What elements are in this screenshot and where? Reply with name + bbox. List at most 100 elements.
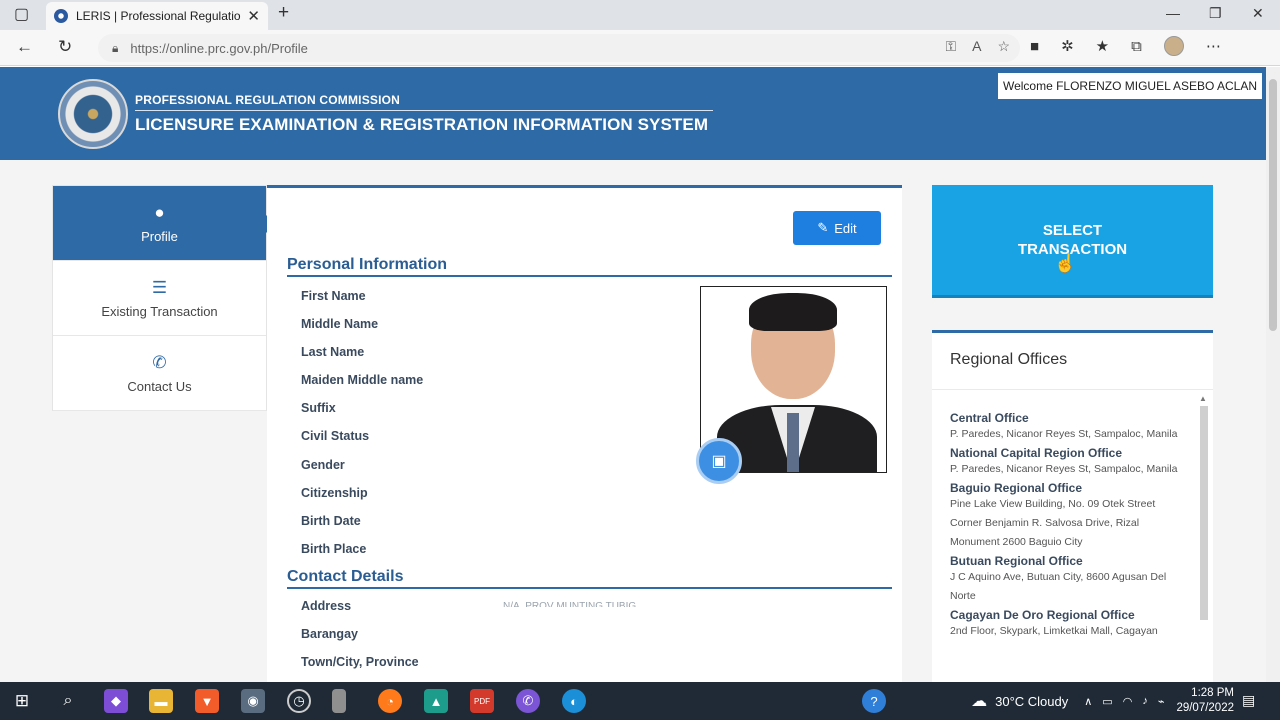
file-explorer-icon[interactable]: ▬: [149, 689, 173, 713]
prc-favicon-icon: [54, 9, 68, 23]
contact-details-rule: [287, 587, 892, 589]
field-label: Civil Status: [301, 429, 370, 443]
clock-date: 29/07/2022: [1176, 702, 1234, 714]
help-icon[interactable]: ?: [862, 689, 886, 713]
welcome-badge: Welcome FLORENZO MIGUEL ASEBO ACLAN: [998, 73, 1262, 99]
prc-seal-logo: [58, 79, 128, 149]
edit-button-label: Edit: [834, 220, 857, 236]
edit-button[interactable]: ✎ Edit: [793, 211, 881, 245]
new-tab-icon[interactable]: +: [278, 2, 289, 24]
field-label: Suffix: [301, 401, 336, 415]
profile-avatar-icon[interactable]: [1163, 36, 1184, 56]
office-name: National Capital Region Office: [950, 446, 1123, 460]
maximize-icon[interactable]: ❐: [1209, 5, 1222, 22]
field-label: Town/City, Province: [301, 655, 419, 669]
app-purple-icon[interactable]: ◆: [104, 689, 128, 713]
viber-icon[interactable]: ✆: [516, 689, 540, 713]
edge-browser-icon[interactable]: ◐: [562, 689, 586, 713]
nav-profile[interactable]: ● Profile: [53, 186, 275, 261]
url-text: https://online.prc.gov.ph/Profile: [130, 40, 308, 56]
office-address: P. Paredes, Nicanor Reyes St, Sampaloc, …: [950, 463, 1178, 475]
browser-tab-strip: ▢ LERIS | Professional Regulation C ✕ + …: [0, 0, 1280, 30]
extensions-icon[interactable]: ✲: [1061, 37, 1074, 55]
cloud-icon: ☁: [971, 693, 988, 710]
change-photo-button[interactable]: ▣: [696, 438, 742, 484]
nav-contact-us[interactable]: ✆ Contact Us: [53, 336, 266, 411]
personal-info-rule: [287, 275, 892, 277]
select-transaction-button[interactable]: SELECT TRANSACTION: [932, 185, 1213, 298]
office-address: 2nd Floor, Skypark, Limketkai Mall, Caga…: [950, 625, 1158, 637]
camera-app-icon[interactable]: ◉: [241, 689, 265, 713]
office-name: Cagayan De Oro Regional Office: [950, 608, 1135, 622]
back-icon[interactable]: ←: [16, 37, 33, 57]
field-label: Address: [301, 599, 352, 613]
field-label: Last Name: [301, 345, 365, 359]
usb-drive-icon[interactable]: [332, 689, 346, 713]
regional-offices-rule: [932, 389, 1213, 390]
windows-start-icon[interactable]: ⊞: [10, 689, 34, 713]
search-icon[interactable]: ⌕: [56, 689, 80, 713]
pdf-app-icon[interactable]: PDF: [470, 689, 494, 713]
minimize-icon[interactable]: —: [1166, 5, 1180, 21]
weather-text[interactable]: 30°C Cloudy: [995, 694, 1068, 709]
tab-close-icon[interactable]: ✕: [247, 7, 260, 25]
camera-icon: ▣: [711, 453, 727, 470]
field-label: Citizenship: [301, 486, 368, 500]
office-address: J C Aquino Ave, Butuan City, 8600 Agusan…: [950, 571, 1167, 602]
regional-offices-panel: Regional Offices Central Office P. Pared…: [932, 330, 1213, 682]
refresh-icon[interactable]: ↻: [58, 37, 72, 57]
nav-existing-transaction[interactable]: ☰ Existing Transaction: [53, 261, 266, 336]
page-scroll-thumb[interactable]: [1269, 79, 1277, 331]
profile-panel: ✎ Edit Personal Information First Name M…: [267, 185, 902, 682]
side-navigation: ● Profile ☰ Existing Transaction ✆ Conta…: [52, 185, 275, 411]
url-field[interactable]: 🔒︎ https://online.prc.gov.ph/Profile ⚿ A…: [98, 34, 1020, 62]
key-icon[interactable]: ⚿: [945, 38, 956, 55]
tab-title: LERIS | Professional Regulation C: [76, 9, 242, 23]
clock-app-icon[interactable]: ◷: [287, 689, 311, 713]
office-name: Baguio Regional Office: [950, 481, 1083, 495]
battery-icon[interactable]: ▭: [1102, 695, 1112, 708]
field-label: Maiden Middle name: [301, 373, 424, 387]
windows-taskbar: ⊞ ⌕ ◆ ▬ ▼ ◉ ◷ ◔ ▲ PDF ✆ ◐ ? ☁ 30°C Cloud…: [0, 682, 1280, 720]
regional-scroll-thumb[interactable]: [1200, 406, 1208, 620]
hand-cursor-icon: ☝: [1054, 253, 1077, 273]
more-menu-icon[interactable]: ⋯: [1206, 37, 1221, 55]
contact-details-title: Contact Details: [287, 568, 404, 585]
nav-profile-label: Profile: [141, 228, 178, 244]
add-favorite-icon[interactable]: ☆: [997, 38, 1010, 55]
header-divider: [135, 110, 713, 111]
clock-time: 1:28 PM: [1191, 687, 1234, 699]
notifications-icon[interactable]: ▤: [1242, 692, 1255, 709]
header-title: LICENSURE EXAMINATION & REGISTRATION INF…: [135, 115, 709, 134]
wifi-icon[interactable]: ◠: [1123, 695, 1133, 708]
field-label: Middle Name: [301, 317, 379, 331]
personal-info-title: Personal Information: [287, 256, 448, 273]
browser-tab[interactable]: LERIS | Professional Regulation C ✕: [46, 2, 268, 30]
field-label: Birth Date: [301, 514, 361, 528]
field-label: Birth Place: [301, 542, 367, 556]
taskbar-clock[interactable]: 1:28 PM 29/07/2022: [1176, 686, 1234, 716]
volume-icon[interactable]: ♪: [1142, 695, 1148, 707]
regional-offices-scrollbar[interactable]: ▲: [1198, 394, 1210, 624]
page-scrollbar[interactable]: [1266, 67, 1280, 682]
extension-badge-icon[interactable]: ■: [1030, 38, 1039, 55]
lock-icon: 🔒︎: [112, 40, 119, 55]
brave-browser-icon[interactable]: ▼: [195, 689, 219, 713]
field-label: First Name: [301, 289, 366, 303]
read-aloud-icon[interactable]: A: [972, 38, 981, 55]
system-tray: ☁ 30°C Cloudy ∧ ▭ ◠ ♪ ⌁ 1:28 PM 29/07/20…: [971, 682, 1280, 720]
usb-tray-icon[interactable]: ⌁: [1158, 695, 1165, 708]
scroll-up-icon[interactable]: ▲: [1199, 394, 1207, 403]
edit-icon: ✎: [817, 220, 829, 235]
app-teal-icon[interactable]: ▲: [424, 689, 448, 713]
close-window-icon[interactable]: ✕: [1252, 5, 1264, 22]
nav-contact-us-label: Contact Us: [127, 378, 192, 394]
favorites-icon[interactable]: ★: [1096, 37, 1109, 55]
page-viewport: PROFESSIONAL REGULATION COMMISSION LICEN…: [0, 67, 1266, 682]
tray-chevron-icon[interactable]: ∧: [1084, 695, 1092, 708]
office-name: Central Office: [950, 411, 1029, 425]
tab-actions-icon[interactable]: ▢: [14, 4, 29, 24]
collections-icon[interactable]: ⧉: [1131, 38, 1142, 55]
firefox-icon[interactable]: ◔: [378, 689, 402, 713]
regional-offices-list: Central Office P. Paredes, Nicanor Reyes…: [950, 409, 1190, 682]
